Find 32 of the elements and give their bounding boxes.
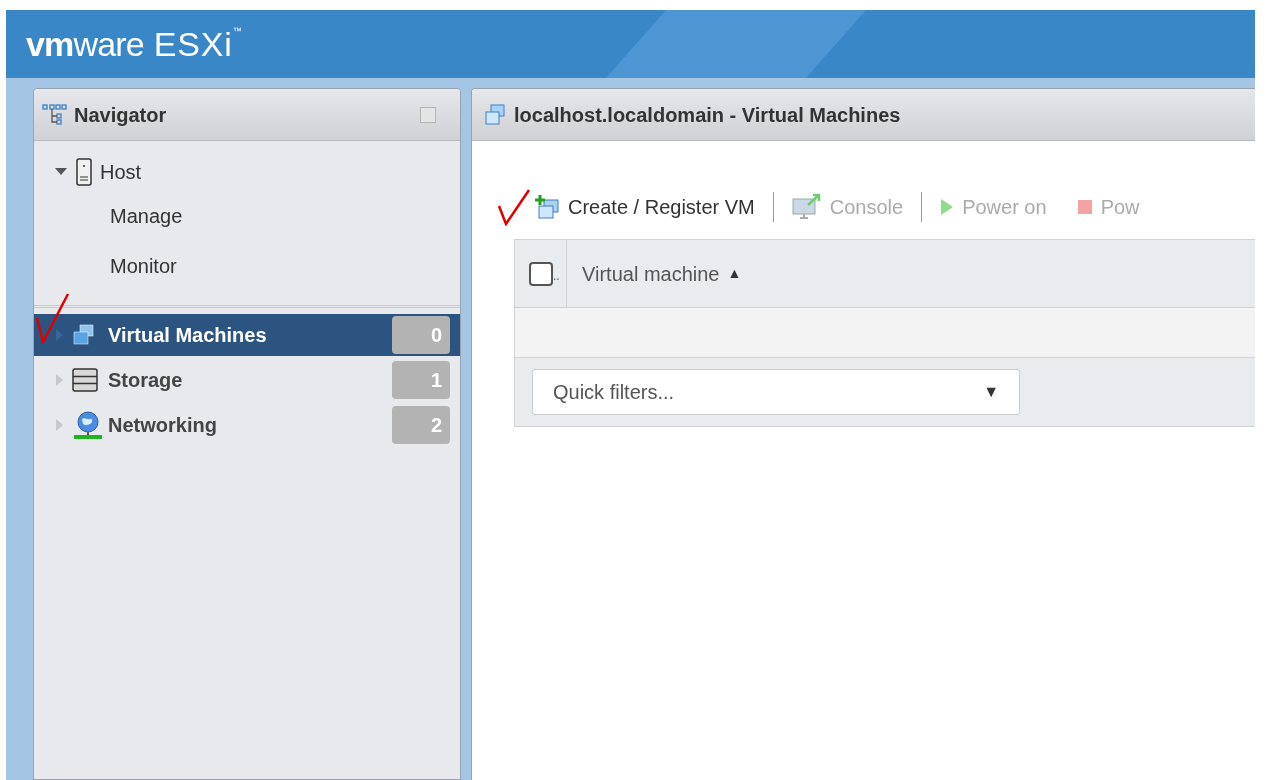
logo-brand: vmware	[26, 27, 144, 61]
nav-item[interactable]: Host	[100, 157, 142, 187]
count-badge: 2	[392, 406, 450, 444]
nav-item[interactable]: Monitor	[110, 251, 177, 281]
count-badge: 0	[392, 316, 450, 354]
panel-title: Navigator	[74, 102, 167, 128]
select-all-checkbox[interactable]	[529, 261, 553, 286]
tree-icon	[42, 103, 68, 126]
panel-title: localhost.localdomain - Virtual Machines	[514, 102, 901, 128]
quick-filters-dropdown[interactable]: Quick filters... ▼	[532, 369, 1020, 415]
stop-icon	[1076, 199, 1093, 215]
column-header[interactable]: Virtual machine ▲	[567, 240, 742, 307]
logo-product: ESXi	[153, 27, 233, 61]
network-globe-icon	[72, 410, 104, 440]
check-mark-icon	[497, 188, 531, 226]
check-mark-icon	[35, 292, 71, 344]
column-label: ..	[553, 268, 560, 285]
nav-item[interactable]: Networking 2	[34, 404, 460, 446]
toolbar-button[interactable]: Create / Register VM	[534, 192, 755, 222]
storage-icon	[72, 368, 98, 392]
add-virtual-machine-icon	[534, 194, 560, 220]
nav-item[interactable]: Manage	[110, 201, 183, 231]
collapse-button[interactable]	[420, 106, 436, 123]
nav-item[interactable]: Storage 1	[34, 359, 460, 401]
monitor-icon	[791, 193, 822, 221]
nav-item[interactable]: Virtual Machines 0	[34, 314, 460, 356]
play-icon	[940, 198, 955, 216]
server-icon	[76, 158, 92, 186]
count-badge: 1	[392, 361, 450, 399]
virtual-machines-icon	[484, 103, 506, 126]
trademark: ™	[232, 27, 242, 36]
virtual-machines-icon	[72, 324, 96, 346]
